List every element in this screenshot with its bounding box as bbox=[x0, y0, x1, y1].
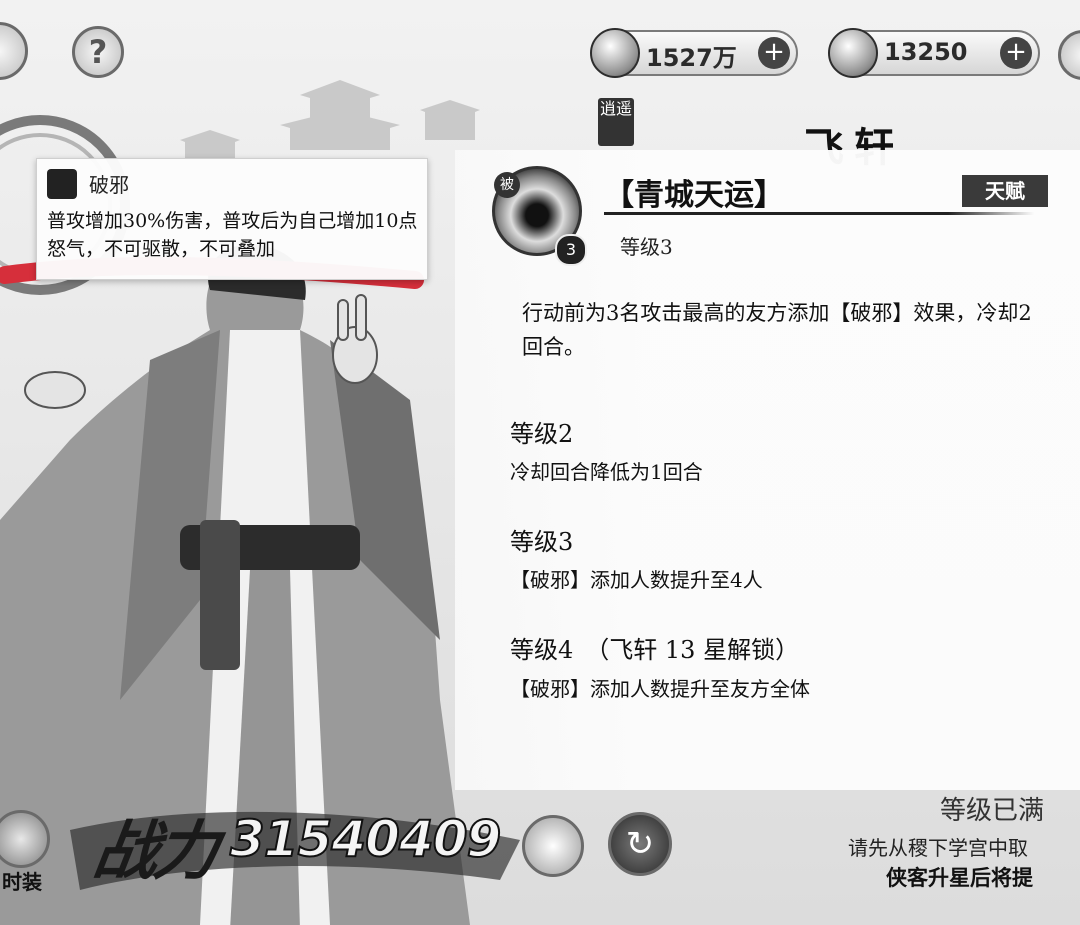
power-value: 31540409 bbox=[229, 809, 502, 869]
buff-title: 破邪 bbox=[89, 173, 129, 197]
gem-value: 13250 bbox=[884, 38, 968, 66]
sect-tag: 逍遥 bbox=[598, 98, 634, 146]
skill-level-text: 等级3 bbox=[620, 235, 673, 259]
level-4-heading: 等级4 （飞轩 13 星解锁） bbox=[510, 636, 800, 664]
buff-description: 普攻增加30%伤害，普攻后为自己增加10点怒气，不可驱散，不可叠加 bbox=[47, 210, 418, 260]
talent-badge: 天赋 bbox=[962, 175, 1048, 207]
divider bbox=[604, 212, 1034, 215]
level-2-heading: 等级2 bbox=[510, 420, 574, 448]
level-3-heading: 等级3 bbox=[510, 528, 574, 556]
buff-tooltip: 破邪 普攻增加30%伤害，普攻后为自己增加10点怒气，不可驱散，不可叠加 bbox=[36, 158, 428, 280]
coin-icon bbox=[590, 28, 640, 78]
add-coin-button[interactable]: + bbox=[758, 37, 790, 69]
skill-name: 【青城天运】 bbox=[604, 178, 784, 213]
level-3-description: 【破邪】添加人数提升至4人 bbox=[510, 568, 763, 592]
bag-icon[interactable] bbox=[522, 815, 584, 877]
skill-level-badge: 3 bbox=[555, 234, 587, 266]
upgrade-hint-line2: 侠客升星后将提 bbox=[886, 865, 1033, 890]
coin-value: 1527万 bbox=[646, 44, 737, 72]
upgrade-hint-line1: 请先从稷下学宫中取 bbox=[848, 836, 1028, 860]
add-gem-button[interactable]: + bbox=[1000, 37, 1032, 69]
help-button[interactable]: ? bbox=[72, 26, 124, 78]
rotate-icon[interactable]: ↻ bbox=[608, 812, 672, 876]
skill-description: 行动前为3名攻击最高的友方添加【破邪】效果，冷却2回合。 bbox=[522, 301, 1032, 359]
passive-tag: 被 bbox=[494, 172, 520, 198]
gem-counter: 13250 + bbox=[828, 28, 1040, 78]
coin-counter: 1527万 + bbox=[590, 28, 798, 78]
level-2-description: 冷却回合降低为1回合 bbox=[510, 460, 703, 484]
costume-label[interactable]: 时装 bbox=[2, 866, 42, 895]
gem-icon bbox=[828, 28, 878, 78]
level-4-description: 【破邪】添加人数提升至友方全体 bbox=[510, 677, 810, 701]
level-max-label: 等级已满 bbox=[940, 796, 1045, 826]
power-label: 战力 bbox=[88, 814, 220, 889]
buff-icon bbox=[47, 169, 77, 199]
